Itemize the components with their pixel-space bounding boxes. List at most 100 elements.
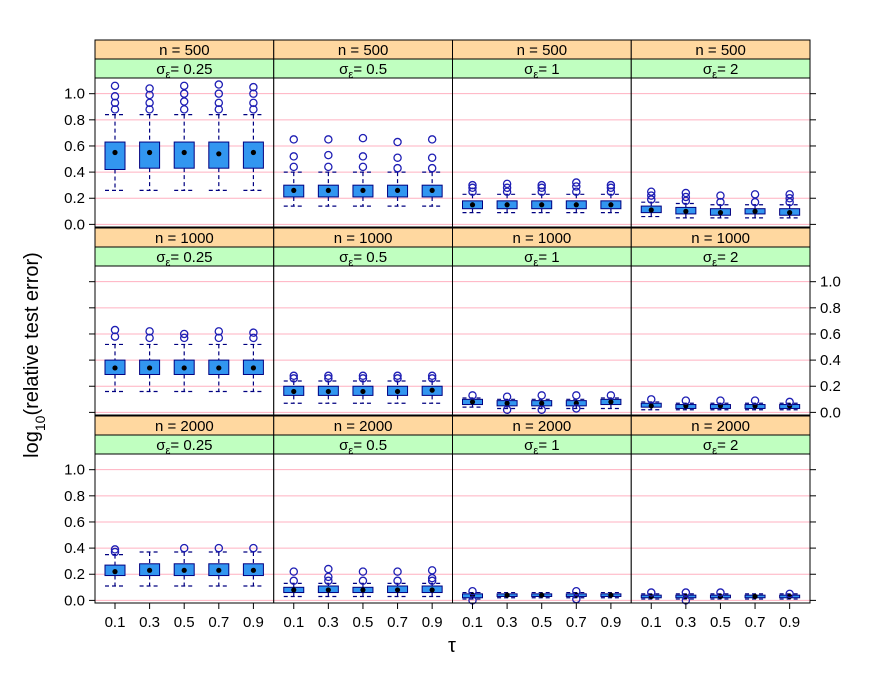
- median-dot: [504, 592, 510, 598]
- sigma-strip-label-part: = 2: [717, 61, 738, 78]
- median-dot: [469, 202, 476, 208]
- panel-r1-c1: n = 500σε= 0.25: [94, 39, 275, 228]
- panel-background: [452, 454, 632, 603]
- x-tick-label: 0.3: [675, 614, 696, 631]
- median-dot: [112, 149, 118, 156]
- sigma-strip-label-part: = 0.5: [353, 437, 387, 454]
- sigma-strip-label-part: = 1: [538, 437, 559, 454]
- median-dot: [539, 400, 545, 406]
- median-dot: [573, 202, 579, 208]
- x-tick-label: 0.1: [283, 614, 304, 631]
- x-tick-label: 0.7: [566, 614, 587, 631]
- y-tick-label: 0.2: [64, 566, 85, 583]
- median-dot: [752, 208, 758, 214]
- x-axis-title: τ: [448, 635, 456, 657]
- median-dot: [325, 388, 331, 395]
- n-strip-label-part: n = 500: [159, 42, 209, 59]
- n-strip-label-part: n = 2000: [334, 418, 393, 435]
- median-dot: [394, 187, 401, 194]
- median-dot: [394, 587, 401, 593]
- median-dot: [360, 187, 366, 194]
- panel-r2-c3: n = 1000σε= 1: [452, 227, 632, 416]
- n-strip-label-part: n = 1000: [155, 230, 214, 247]
- y-axis-title-log: log: [21, 431, 43, 458]
- median-dot: [181, 567, 187, 573]
- n-strip-label: n = 2000: [155, 418, 214, 435]
- y-tick-label: 0.4: [64, 164, 85, 181]
- y-tick-label: 0.4: [64, 540, 85, 557]
- median-dot: [752, 593, 758, 600]
- y-tick-label: 0.2: [820, 378, 841, 395]
- x-tick-label: 0.1: [105, 614, 126, 631]
- x-tick-label: 0.5: [531, 614, 552, 631]
- median-dot: [539, 202, 545, 208]
- y-tick-label: 0.6: [64, 138, 85, 155]
- sigma-strip-label-part: = 0.25: [170, 437, 212, 454]
- median-dot: [147, 149, 153, 156]
- panel-background: [631, 454, 810, 603]
- n-strip-label: n = 500: [338, 42, 388, 59]
- median-dot: [325, 587, 331, 593]
- sigma-strip-label-part: = 1: [538, 61, 559, 78]
- sigma-strip-label-part: = 0.25: [170, 249, 212, 266]
- y-tick-label: 0.0: [64, 592, 85, 609]
- n-strip-label-part: n = 500: [338, 42, 388, 59]
- median-dot: [394, 388, 401, 395]
- n-strip-label: n = 2000: [512, 418, 571, 435]
- y-tick-label: 1.0: [64, 462, 85, 479]
- panel-r2-c4: n = 1000σε= 2: [630, 227, 811, 416]
- panel-r3-c2: n = 2000σε= 0.5: [273, 415, 453, 604]
- panel-r3-c3: n = 2000σε= 1: [452, 415, 632, 605]
- x-tick-label: 0.5: [174, 614, 195, 631]
- median-dot: [429, 587, 435, 593]
- panel-r3-c4: n = 2000σε= 2: [630, 415, 811, 605]
- n-strip-label-part: n = 2000: [155, 418, 214, 435]
- y-tick-label: 0.2: [64, 190, 85, 207]
- median-dot: [147, 567, 153, 573]
- median-dot: [250, 567, 256, 573]
- median-dot: [787, 210, 793, 216]
- median-dot: [608, 592, 614, 598]
- median-dot: [360, 587, 366, 593]
- panel-background: [95, 454, 274, 603]
- panel-r1-c3: n = 500σε= 1: [452, 39, 632, 228]
- median-dot: [181, 149, 187, 156]
- sigma-strip-label-part: = 0.25: [170, 61, 212, 78]
- median-dot: [717, 210, 724, 216]
- sigma-strip-label-part: = 1: [538, 249, 559, 266]
- y-tick-label: 0.8: [820, 300, 841, 317]
- x-tick-label: 0.5: [710, 614, 731, 631]
- sigma-strip-label-part: = 0.5: [353, 61, 387, 78]
- n-strip-label-part: n = 500: [517, 42, 567, 59]
- median-dot: [291, 587, 297, 593]
- x-tick-label: 0.7: [387, 614, 408, 631]
- median-dot: [429, 187, 435, 194]
- y-tick-label: 0.6: [64, 514, 85, 531]
- x-tick-label: 0.9: [422, 614, 443, 631]
- x-tick-label: 0.5: [353, 614, 374, 631]
- median-dot: [648, 207, 654, 213]
- panel-background: [631, 266, 810, 415]
- n-strip-label: n = 1000: [334, 230, 393, 247]
- sigma-strip-label-part: = 2: [717, 437, 738, 454]
- n-strip-label-part: n = 2000: [512, 418, 571, 435]
- box-body: [104, 141, 126, 170]
- y-tick-label: 0.4: [820, 352, 841, 369]
- median-dot: [112, 569, 118, 575]
- median-dot: [147, 365, 153, 371]
- x-tick-label: 0.9: [600, 614, 621, 631]
- box-body: [242, 141, 264, 169]
- sigma-strip-label-part: = 0.5: [353, 249, 387, 266]
- median-dot: [469, 399, 476, 405]
- n-strip-label-part: n = 1000: [334, 230, 393, 247]
- panel-background: [452, 266, 632, 415]
- n-strip-label: n = 1000: [512, 230, 571, 247]
- median-dot: [112, 365, 118, 371]
- x-tick-label: 0.9: [243, 614, 264, 631]
- median-dot: [325, 187, 331, 194]
- median-dot: [683, 208, 689, 214]
- median-dot: [216, 365, 222, 371]
- y-axis-title: log10(relative test error): [21, 252, 48, 458]
- panel-r1-c4: n = 500σε= 2: [630, 39, 811, 228]
- n-strip-label: n = 500: [695, 42, 745, 59]
